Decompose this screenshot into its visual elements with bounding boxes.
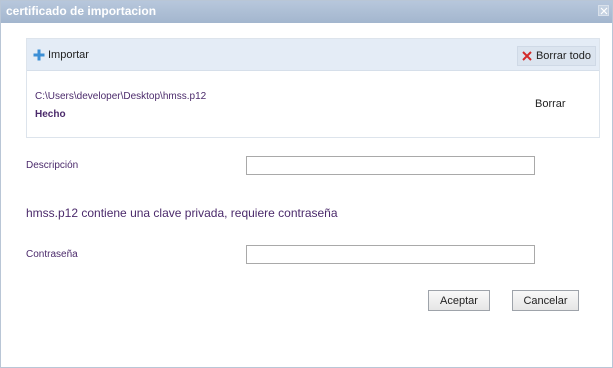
accept-button[interactable]: Aceptar <box>428 290 490 311</box>
password-field[interactable] <box>246 245 535 264</box>
cancel-button[interactable]: Cancelar <box>512 290 579 311</box>
description-field[interactable] <box>246 156 535 175</box>
password-label: Contraseña <box>26 249 78 260</box>
file-status: Hecho <box>35 109 66 120</box>
upload-toolbar: Importar Borrar todo <box>27 39 599 71</box>
import-button-label: Importar <box>48 49 89 61</box>
clear-all-button[interactable]: Borrar todo <box>516 46 596 66</box>
import-button[interactable]: Importar <box>33 47 89 63</box>
private-key-message: hmss.p12 contiene una clave privada, req… <box>26 206 338 220</box>
clear-all-button-label: Borrar todo <box>535 50 591 62</box>
import-certificate-dialog: certificado de importacion Importar Borr… <box>0 0 613 368</box>
x-icon <box>522 51 532 61</box>
title-bar: certificado de importacion <box>1 1 612 23</box>
description-label: Descripción <box>26 160 79 171</box>
dialog-title: certificado de importacion <box>6 4 157 18</box>
plus-icon <box>33 49 45 61</box>
remove-file-link[interactable]: Borrar <box>535 98 566 110</box>
close-icon[interactable] <box>598 5 609 16</box>
file-path: C:\Users\developer\Desktop\hmss.p12 <box>35 91 207 102</box>
upload-panel: Importar Borrar todo C:\Users\developer\… <box>26 38 600 138</box>
